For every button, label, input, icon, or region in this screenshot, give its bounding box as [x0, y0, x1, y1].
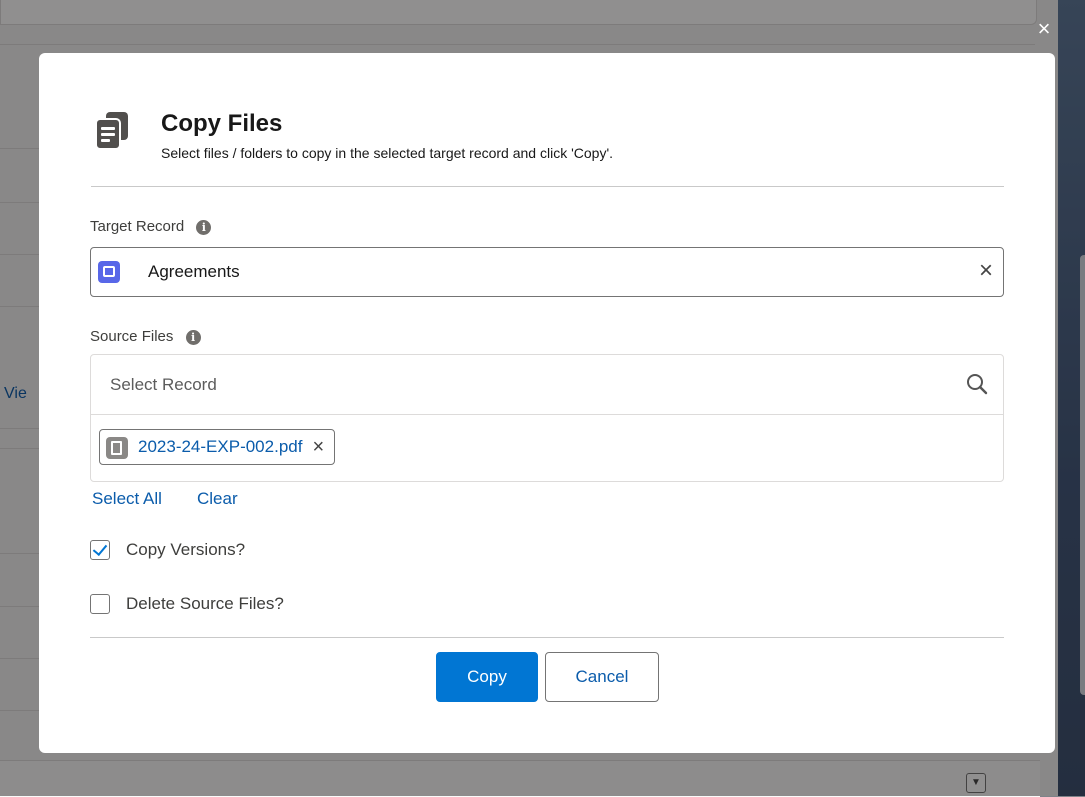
document-icon: [106, 437, 128, 459]
close-icon[interactable]: ×: [1033, 18, 1055, 40]
copy-button[interactable]: Copy: [436, 652, 538, 702]
clear-selection-icon[interactable]: ×: [979, 258, 993, 284]
remove-file-icon[interactable]: ×: [312, 437, 324, 457]
copy-versions-label[interactable]: Copy Versions?: [126, 540, 245, 560]
target-record-value: Agreements: [148, 262, 240, 281]
delete-source-files-label[interactable]: Delete Source Files?: [126, 594, 284, 614]
footer-divider: [90, 637, 1004, 638]
modal-header: Copy Files Select files / folders to cop…: [91, 108, 1004, 187]
source-files-label-row: Source Files i: [90, 328, 201, 345]
source-files-box: Select Record 2023-24-EXP-002.pdf ×: [90, 354, 1004, 482]
source-files-label: Source Files: [90, 328, 174, 345]
clear-link[interactable]: Clear: [197, 489, 238, 509]
target-record-lookup[interactable]: Agreements ×: [90, 247, 1004, 297]
search-placeholder: Select Record: [110, 375, 217, 394]
target-record-label-row: Target Record i: [90, 218, 212, 235]
selected-file-name[interactable]: 2023-24-EXP-002.pdf: [138, 437, 302, 457]
info-icon[interactable]: i: [196, 219, 212, 235]
delete-source-files-option[interactable]: Delete Source Files?: [90, 594, 284, 614]
target-record-label: Target Record: [90, 218, 185, 235]
folder-icon: [98, 261, 120, 283]
checkmark-icon: [92, 540, 108, 557]
info-icon[interactable]: i: [185, 329, 201, 345]
modal-title: Copy Files: [161, 110, 283, 137]
selected-file-pill[interactable]: 2023-24-EXP-002.pdf ×: [99, 429, 336, 465]
copy-files-modal: Copy Files Select files / folders to cop…: [39, 53, 1055, 753]
source-files-search-input[interactable]: Select Record: [91, 355, 1003, 415]
cancel-button[interactable]: Cancel: [545, 652, 659, 702]
select-all-link[interactable]: Select All: [92, 489, 162, 509]
modal-subtitle: Select files / folders to copy in the se…: [161, 145, 614, 161]
search-icon[interactable]: [965, 372, 989, 396]
copy-versions-option[interactable]: Copy Versions?: [90, 540, 245, 560]
copy-versions-checkbox[interactable]: [90, 540, 110, 560]
file-list-icon: [94, 110, 130, 150]
delete-source-files-checkbox[interactable]: [90, 594, 110, 614]
